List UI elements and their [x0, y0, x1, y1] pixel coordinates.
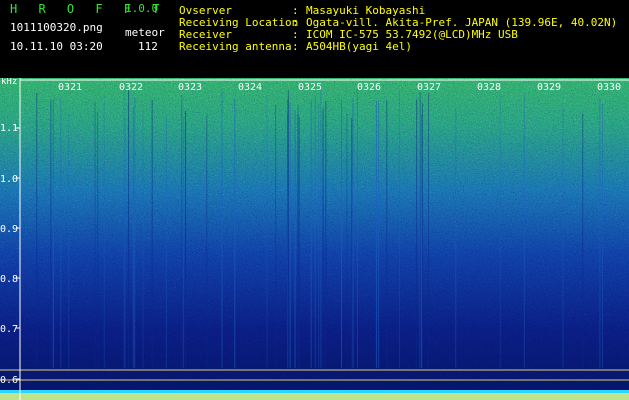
y-tick-label: 1.0 [0, 174, 18, 185]
mode-label: meteor [125, 26, 165, 39]
meteor-count: 112 [138, 40, 158, 53]
time-label: 0324 [238, 82, 262, 93]
y-tick-label: 0.7 [0, 324, 18, 335]
filename: 1011100320.png [10, 21, 103, 34]
datetime: 10.11.10 03:20 [10, 40, 103, 53]
y-tick-label: 0.9 [0, 224, 18, 235]
baseline-band-yellow [0, 393, 629, 400]
time-label: 0322 [119, 82, 143, 93]
time-label: 0323 [178, 82, 202, 93]
y-tick-label: 0.6 [0, 375, 18, 386]
spectrogram-bright-noise [0, 78, 629, 400]
time-label: 0325 [298, 82, 322, 93]
time-label: 0321 [58, 82, 82, 93]
app-version: 1.0.0 [125, 2, 159, 15]
time-label: 0329 [537, 82, 561, 93]
time-label: 0330 [597, 82, 621, 93]
y-tick-label: 0.8 [0, 274, 18, 285]
time-label: 0328 [477, 82, 501, 93]
time-label: 0326 [357, 82, 381, 93]
info-antenna: Receiving antenna: A504HB(yagi 4el) [179, 40, 412, 53]
spectrogram-plot: kHz 1.1 1.0 0.9 0.8 0.7 0.6 0321 0322 03… [0, 78, 629, 400]
header-panel: H R O F F T 1.0.0 1011100320.png meteor … [0, 0, 629, 78]
y-tick-label: 1.1 [0, 123, 18, 134]
y-unit-label: kHz [1, 78, 17, 87]
time-label: 0327 [417, 82, 441, 93]
